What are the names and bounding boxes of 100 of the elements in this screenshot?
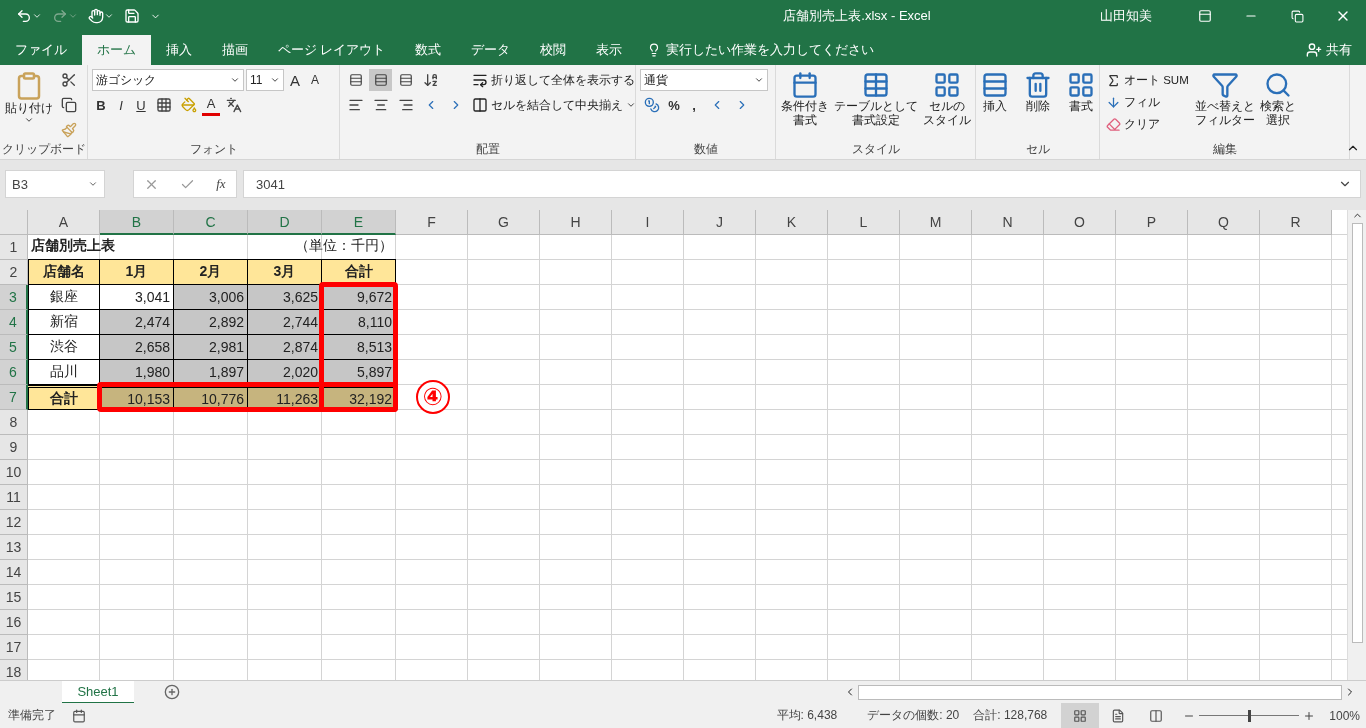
row-header[interactable]: 14 xyxy=(0,560,28,585)
column-header[interactable]: K xyxy=(756,210,828,235)
caret-icon xyxy=(626,100,636,110)
row-header[interactable]: 5 xyxy=(0,335,28,360)
row-header[interactable]: 12 xyxy=(0,510,28,535)
column-header[interactable]: Q xyxy=(1188,210,1260,235)
edit-button[interactable]: クリア xyxy=(1104,113,1191,135)
edit-button[interactable]: オート SUM xyxy=(1104,69,1191,91)
ribbon-tab[interactable]: 描画 xyxy=(207,35,263,65)
row-header[interactable]: 15 xyxy=(0,585,28,610)
row-header[interactable]: 6 xyxy=(0,360,28,385)
column-header[interactable]: D xyxy=(248,210,322,235)
comma-button[interactable]: , xyxy=(685,94,703,116)
ribbon-tab[interactable]: 校閲 xyxy=(525,35,582,65)
column-header[interactable]: B xyxy=(100,210,174,235)
column-header[interactable]: G xyxy=(468,210,540,235)
style-button[interactable]: テーブルとして 書式設定 xyxy=(832,69,919,141)
view-button[interactable] xyxy=(1061,703,1100,728)
insert-function-button[interactable]: fx xyxy=(216,176,226,192)
zoom-in-icon[interactable] xyxy=(1303,709,1316,722)
column-header[interactable]: C xyxy=(174,210,248,235)
column-header[interactable]: N xyxy=(972,210,1044,235)
column-header[interactable]: I xyxy=(612,210,684,235)
ribbon-tab[interactable]: データ xyxy=(456,35,526,65)
scissors-icon xyxy=(60,72,77,88)
column-heading: 1月 xyxy=(100,260,174,285)
row-header[interactable]: 2 xyxy=(0,260,28,285)
shrink-font-button[interactable]: A xyxy=(306,69,324,91)
table-cell: 3,006 xyxy=(174,285,248,310)
status-text: 準備完了 xyxy=(8,707,56,724)
share-button[interactable]: 共有 xyxy=(1300,35,1366,65)
caret-icon xyxy=(230,75,240,85)
edit-large-button[interactable]: 並べ替えと フィルター xyxy=(1193,69,1256,141)
column-header[interactable]: O xyxy=(1044,210,1116,235)
person-icon xyxy=(1306,42,1322,58)
cells-button[interactable]: 書式 xyxy=(1060,69,1101,141)
underline-button[interactable]: U xyxy=(132,94,150,116)
number-format-field[interactable]: 通貨 xyxy=(640,69,768,91)
ribbon-tab[interactable]: 数式 xyxy=(400,35,457,65)
vertical-scrollbar[interactable] xyxy=(1347,210,1366,680)
ribbon-tab[interactable]: 表示 xyxy=(581,35,638,65)
column-header[interactable]: R xyxy=(1260,210,1332,235)
column-header[interactable]: F xyxy=(396,210,468,235)
row-header[interactable]: 10 xyxy=(0,460,28,485)
name-box[interactable]: B3 xyxy=(5,170,105,198)
row-header[interactable]: 9 xyxy=(0,435,28,460)
ribbon-tab[interactable]: ページ レイアウト xyxy=(263,35,401,65)
bold-button[interactable]: B xyxy=(92,94,110,116)
save-button[interactable] xyxy=(122,8,142,24)
cells-button[interactable]: 挿入 xyxy=(974,69,1015,141)
merge-center-button[interactable]: セルを結合して中央揃え xyxy=(470,94,638,116)
font-size-field[interactable]: 11 xyxy=(246,69,284,91)
filter-icon xyxy=(1210,71,1239,99)
row-header[interactable]: 3 xyxy=(0,285,28,310)
column-header[interactable]: M xyxy=(900,210,972,235)
row-header[interactable]: 1 xyxy=(0,235,28,260)
row-header[interactable]: 13 xyxy=(0,535,28,560)
style-button[interactable]: 条件付き 書式 xyxy=(779,69,830,141)
column-header[interactable]: P xyxy=(1116,210,1188,235)
add-sheet-icon[interactable] xyxy=(164,684,180,700)
column-header[interactable]: H xyxy=(540,210,612,235)
wrap-text-button[interactable]: 折り返して全体を表示する xyxy=(470,69,638,91)
font-name-field[interactable]: 游ゴシック xyxy=(92,69,244,91)
status-count: データの個数: 20 xyxy=(867,707,960,724)
sheet-tab[interactable]: Sheet1 xyxy=(62,680,134,704)
column-header[interactable]: A xyxy=(28,210,100,235)
table-cell: 新宿 xyxy=(28,310,100,335)
column-header[interactable]: J xyxy=(684,210,756,235)
edit-large-button[interactable]: 検索と 選択 xyxy=(1258,69,1297,141)
font-color-button[interactable]: A xyxy=(202,94,220,116)
table-cell: 2,981 xyxy=(174,335,248,360)
brush-icon xyxy=(60,122,77,138)
row-header[interactable]: 18 xyxy=(0,660,28,680)
percent-button[interactable]: % xyxy=(665,94,683,116)
column-header[interactable]: L xyxy=(828,210,900,235)
row-header[interactable]: 17 xyxy=(0,635,28,660)
hand-icon xyxy=(88,8,104,24)
row-header[interactable]: 11 xyxy=(0,485,28,510)
row-header[interactable]: 8 xyxy=(0,410,28,435)
column-header[interactable]: E xyxy=(322,210,396,235)
paste-button[interactable]: 貼り付け xyxy=(4,69,54,141)
italic-button[interactable]: I xyxy=(112,94,130,116)
tell-me-field[interactable]: 実行したい作業を入力してください xyxy=(666,41,875,59)
ribbon-tab[interactable]: ホーム xyxy=(82,35,151,65)
align-left-icon xyxy=(347,97,364,113)
group-label: セル xyxy=(1025,142,1050,157)
row-header[interactable]: 7 xyxy=(0,385,28,410)
table-cell: 合計 xyxy=(28,385,100,410)
row-header[interactable]: 16 xyxy=(0,610,28,635)
vertical-align-button[interactable] xyxy=(369,69,392,91)
cells-button[interactable]: 削除 xyxy=(1017,69,1058,141)
edit-button[interactable]: フィル xyxy=(1104,91,1191,113)
row-header[interactable]: 4 xyxy=(0,310,28,335)
formula-field[interactable]: 3041 xyxy=(243,170,1361,198)
style-button[interactable]: セルの スタイル xyxy=(921,69,972,141)
ribbon-tab[interactable]: 挿入 xyxy=(151,35,207,65)
lines-icon xyxy=(348,73,363,87)
ribbon-tab[interactable]: ファイル xyxy=(0,35,82,65)
caret-icon xyxy=(32,11,42,21)
grow-font-button[interactable]: A xyxy=(286,69,304,91)
